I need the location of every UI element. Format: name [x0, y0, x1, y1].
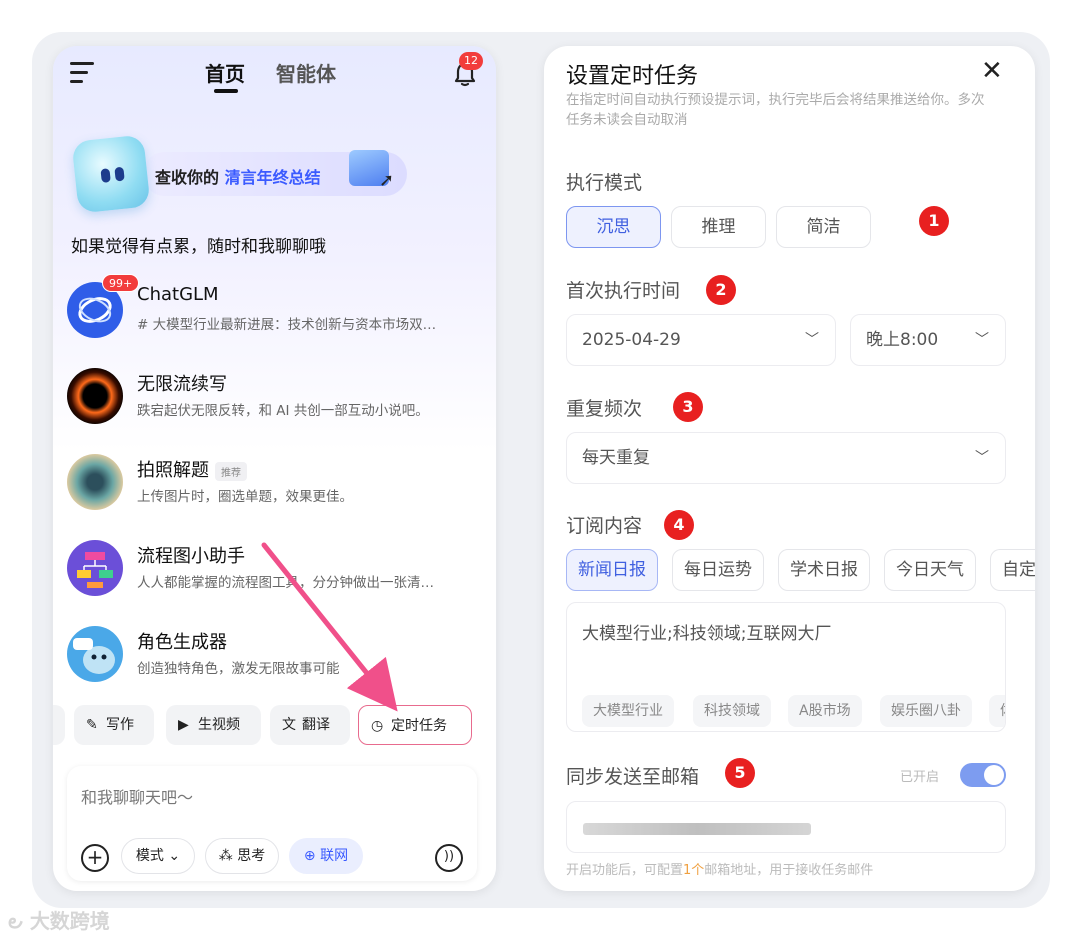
banner-prefix: 查收你的 [155, 168, 225, 187]
email-toggle[interactable] [960, 763, 1006, 787]
greeting-text: 如果觉得有点累，随时和我聊聊哦 [71, 237, 326, 257]
subscription-academic[interactable]: 学术日报 [778, 549, 870, 591]
agent-name: 无限流续写 [137, 374, 227, 395]
blurred-email [583, 823, 811, 835]
close-icon[interactable]: ✕ [981, 58, 1003, 84]
mode-dropdown[interactable]: 模式 ⌄ [121, 838, 195, 874]
annotation-1: 1 [919, 206, 949, 236]
unread-badge: 99+ [102, 274, 140, 292]
globe-icon: ⊕ [303, 848, 321, 864]
play-icon: ▶ [178, 717, 189, 733]
time-select[interactable]: 晚上8:00 ﹀ [850, 314, 1006, 366]
agent-desc: # 大模型行业最新进展：技术创新与资本市场双… [137, 317, 437, 333]
agent-item-photo-solve[interactable]: 拍照解题 推荐 上传图片时，圈选单题，效果更佳。 [65, 450, 485, 520]
agent-name: 拍照解题 推荐 [137, 456, 247, 482]
agent-item-infinite-writing[interactable]: 无限流续写 跌宕起伏无限反转，和 AI 共创一部互动小说吧。 [65, 364, 485, 434]
chevron-down-icon: ⌄ [163, 848, 181, 864]
agent-item-flowchart[interactable]: 流程图小助手 人人都能掌握的流程图工具，分分钟做出一张清… [65, 536, 485, 606]
web-search-toggle[interactable]: ⊕ 联网 [289, 838, 363, 874]
subscription-news[interactable]: 新闻日报 [566, 549, 658, 591]
watermark: ౿ 大数跨境 [8, 909, 110, 933]
email-footnote: 开启功能后，可配置1个邮箱地址，用于接收任务邮件 [566, 863, 874, 878]
character-avatar [67, 626, 123, 682]
agent-item-chatglm[interactable]: 99+ ChatGLM # 大模型行业最新进展：技术创新与资本市场双… [65, 274, 485, 348]
pen-icon: ✎ [86, 717, 98, 733]
chat-input-box[interactable]: 和我聊聊天吧～ + 模式 ⌄ ⁂ 思考 ⊕ 联网 )) [67, 766, 477, 881]
agent-desc: 创造独特角色，激发无限故事可能 [137, 661, 340, 677]
agent-name: 流程图小助手 [137, 546, 245, 567]
black-hole-avatar [67, 368, 123, 424]
mode-option-concise[interactable]: 简洁 [776, 206, 871, 248]
repeat-select[interactable]: 每天重复 ﹀ [566, 432, 1006, 484]
keywords-value[interactable]: 大模型行业;科技领域;互联网大厂 [582, 619, 831, 644]
quick-action-translate[interactable]: 文翻译 [270, 705, 350, 745]
agent-desc: 上传图片时，圈选单题，效果更佳。 [137, 489, 353, 505]
translate-icon: 文 [282, 717, 296, 733]
subscription-weather[interactable]: 今日天气 [884, 549, 976, 591]
tab-home[interactable]: 首页 [205, 58, 245, 87]
flowchart-avatar [67, 540, 123, 596]
think-toggle[interactable]: ⁂ 思考 [205, 838, 279, 874]
think-icon: ⁂ [218, 848, 238, 864]
toggle-status: 已开启 [900, 770, 940, 785]
section-email-label: 同步发送至邮箱 [566, 766, 700, 788]
quick-action-video[interactable]: ▶ 生视频 [166, 705, 261, 745]
voice-icon[interactable]: )) [435, 844, 463, 872]
quick-action-scheduled-task[interactable]: ◷ 定时任务 [358, 705, 472, 745]
keyword-chip[interactable]: 娱乐圈八卦 [880, 695, 972, 727]
section-first-time-label: 首次执行时间 [566, 280, 681, 302]
keyword-chip[interactable]: 科技领域 [693, 695, 771, 727]
scheduled-task-panel: 设置定时任务 ✕ 在指定时间自动执行预设提示词，执行完毕后会将结果推送给你。多次… [544, 46, 1035, 891]
agent-item-character-gen[interactable]: 角色生成器 创造独特角色，激发无限故事可能 [65, 622, 485, 692]
mascot-cube-icon [71, 134, 151, 214]
subscription-custom[interactable]: 自定 [990, 549, 1035, 591]
date-select[interactable]: 2025-04-29 ﹀ [566, 314, 836, 366]
section-repeat-label: 重复频次 [566, 398, 643, 420]
section-mode-label: 执行模式 [566, 172, 643, 194]
keyword-chip[interactable]: A股市场 [788, 695, 862, 727]
home-screen: 首页 智能体 12 查收你的 清言年终总结 ➚ 如果觉得有点累，随时和我聊聊哦 … [53, 46, 496, 891]
agent-desc: 跌宕起伏无限反转，和 AI 共创一部互动小说吧。 [137, 403, 429, 419]
quick-action-bar: ✎ 写作 ▶ 生视频 文翻译 ◷ 定时任务 [53, 704, 496, 748]
tab-agents[interactable]: 智能体 [276, 58, 336, 87]
chevron-down-icon: ﹀ [975, 450, 989, 466]
subscription-fortune[interactable]: 每日运势 [672, 549, 764, 591]
chevron-down-icon: ﹀ [975, 332, 989, 348]
plus-icon[interactable]: + [81, 844, 109, 872]
annotation-3: 3 [673, 392, 703, 422]
quick-action-writing[interactable]: ✎ 写作 [74, 705, 154, 745]
mode-option-deep[interactable]: 沉思 [566, 206, 661, 248]
agent-desc: 人人都能掌握的流程图工具，分分钟做出一张清… [137, 575, 434, 591]
keyword-chip[interactable]: 大模型行业 [582, 695, 674, 727]
keywords-textarea[interactable]: 大模型行业;科技领域;互联网大厂 大模型行业 科技领域 A股市场 娱乐圈八卦 体 [566, 602, 1006, 732]
banner-highlight: 清言年终总结 [224, 168, 321, 187]
notification-badge: 12 [459, 52, 483, 70]
keyword-chip[interactable]: 体 [989, 695, 1005, 727]
section-subscription-label: 订阅内容 [566, 515, 643, 537]
annotation-2: 2 [706, 275, 736, 305]
clock-doc-icon: ◷ [371, 718, 384, 734]
menu-icon[interactable] [70, 62, 94, 84]
banner-text[interactable]: 查收你的 清言年终总结 [155, 164, 321, 188]
quick-action-partial[interactable] [53, 705, 65, 745]
agent-name: ChatGLM [137, 284, 219, 305]
mode-option-reason[interactable]: 推理 [671, 206, 766, 248]
watermark-logo-icon: ౿ [8, 909, 30, 933]
annotation-4: 4 [664, 510, 694, 540]
chevron-down-icon: ﹀ [805, 332, 819, 348]
chat-input-placeholder[interactable]: 和我聊聊天吧～ [81, 784, 193, 808]
panel-title: 设置定时任务 [566, 64, 699, 89]
magnifier-avatar [67, 454, 123, 510]
annotation-5: 5 [725, 758, 755, 788]
cursor-icon: ➚ [379, 170, 395, 191]
panel-subtitle: 在指定时间自动执行预设提示词，执行完毕后会将结果推送给你。多次任务未读会自动取消 [566, 92, 985, 128]
recommend-tag: 推荐 [215, 461, 247, 481]
agent-name: 角色生成器 [137, 632, 227, 653]
email-input[interactable] [566, 801, 1006, 853]
active-tab-indicator [214, 89, 238, 93]
